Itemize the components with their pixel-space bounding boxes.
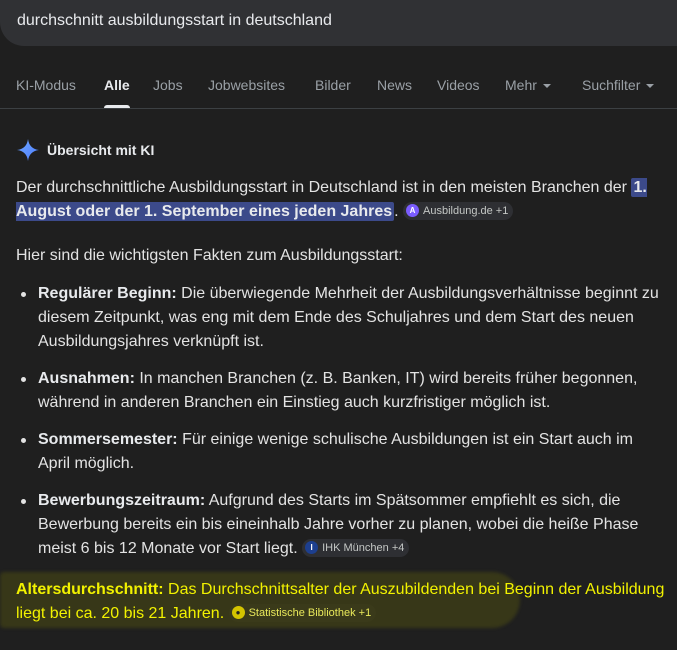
search-bar[interactable]: durchschnitt ausbildungsstart in deutsch… bbox=[0, 0, 677, 46]
tab-bilder[interactable]: Bilder bbox=[315, 77, 351, 93]
source-chip[interactable]: A Ausbildung.de +1 bbox=[403, 201, 514, 220]
list-item: Regulärer Beginn: Die überwiegende Mehrh… bbox=[21, 282, 666, 354]
intro-text: Der durchschnittliche Ausbildungsstart i… bbox=[16, 179, 627, 196]
chevron-down-icon bbox=[542, 84, 551, 89]
tab-alle[interactable]: Alle bbox=[104, 77, 130, 108]
chevron-down-icon bbox=[646, 84, 655, 89]
tab-ki-modus[interactable]: KI-Modus bbox=[16, 77, 76, 93]
sparkle-icon bbox=[17, 139, 39, 161]
ai-overview-header: Übersicht mit KI bbox=[16, 138, 154, 162]
list-item: Bewerbungszeitraum: Aufgrund des Starts … bbox=[21, 489, 666, 561]
tab-videos[interactable]: Videos bbox=[437, 77, 480, 93]
source-chip[interactable]: I IHK München +4 bbox=[302, 538, 410, 557]
list-item: Sommersemester: Für einige wenige schuli… bbox=[21, 428, 666, 476]
tab-suchfilter-label: Suchfilter bbox=[582, 77, 641, 93]
age-paragraph: Altersdurchschnitt: Das Durchschnittsalt… bbox=[16, 578, 666, 626]
tab-mehr-label: Mehr bbox=[505, 77, 537, 93]
intro-paragraph: Der durchschnittliche Ausbildungsstart i… bbox=[16, 176, 666, 224]
facts-heading: Hier sind die wichtigsten Fakten zum Aus… bbox=[16, 247, 403, 264]
fact-term: Bewerbungszeitraum: bbox=[38, 492, 206, 509]
ihk-logo-icon: I bbox=[305, 541, 319, 555]
facts-list: Regulärer Beginn: Die überwiegende Mehrh… bbox=[16, 282, 666, 561]
fact-term: Ausnahmen: bbox=[38, 370, 135, 387]
search-query[interactable]: durchschnitt ausbildungsstart in deutsch… bbox=[17, 12, 332, 30]
tab-jobs[interactable]: Jobs bbox=[153, 77, 183, 93]
source-chip-label: Ausbildung.de +1 bbox=[423, 204, 509, 217]
tab-news[interactable]: News bbox=[377, 77, 412, 93]
tab-suchfilter[interactable]: Suchfilter bbox=[582, 77, 655, 93]
search-tabs: KI-Modus Alle Jobs Jobwebsites Bilder Ne… bbox=[0, 64, 677, 109]
list-item: Ausnahmen: In manchen Branchen (z. B. Ba… bbox=[21, 367, 666, 415]
tab-jobwebsites[interactable]: Jobwebsites bbox=[208, 77, 285, 93]
statistik-logo-icon: ● bbox=[231, 606, 245, 620]
source-chip-label: IHK München +4 bbox=[322, 541, 405, 554]
age-term: Altersdurchschnitt: bbox=[16, 581, 164, 598]
fact-term: Regulärer Beginn: bbox=[38, 285, 177, 302]
ai-overview-content: Der durchschnittliche Ausbildungsstart i… bbox=[16, 176, 666, 574]
source-chip[interactable]: ● Statistische Bibliothek +1 bbox=[228, 603, 377, 622]
source-chip-label: Statistische Bibliothek +1 bbox=[248, 606, 372, 619]
intro-end: . bbox=[394, 203, 399, 220]
ausbildung-logo-icon: A bbox=[406, 204, 420, 218]
ai-overview-title: Übersicht mit KI bbox=[47, 142, 155, 158]
age-section: Altersdurchschnitt: Das Durchschnittsalt… bbox=[16, 578, 666, 626]
tab-mehr[interactable]: Mehr bbox=[505, 77, 551, 93]
fact-term: Sommersemester: bbox=[38, 431, 178, 448]
